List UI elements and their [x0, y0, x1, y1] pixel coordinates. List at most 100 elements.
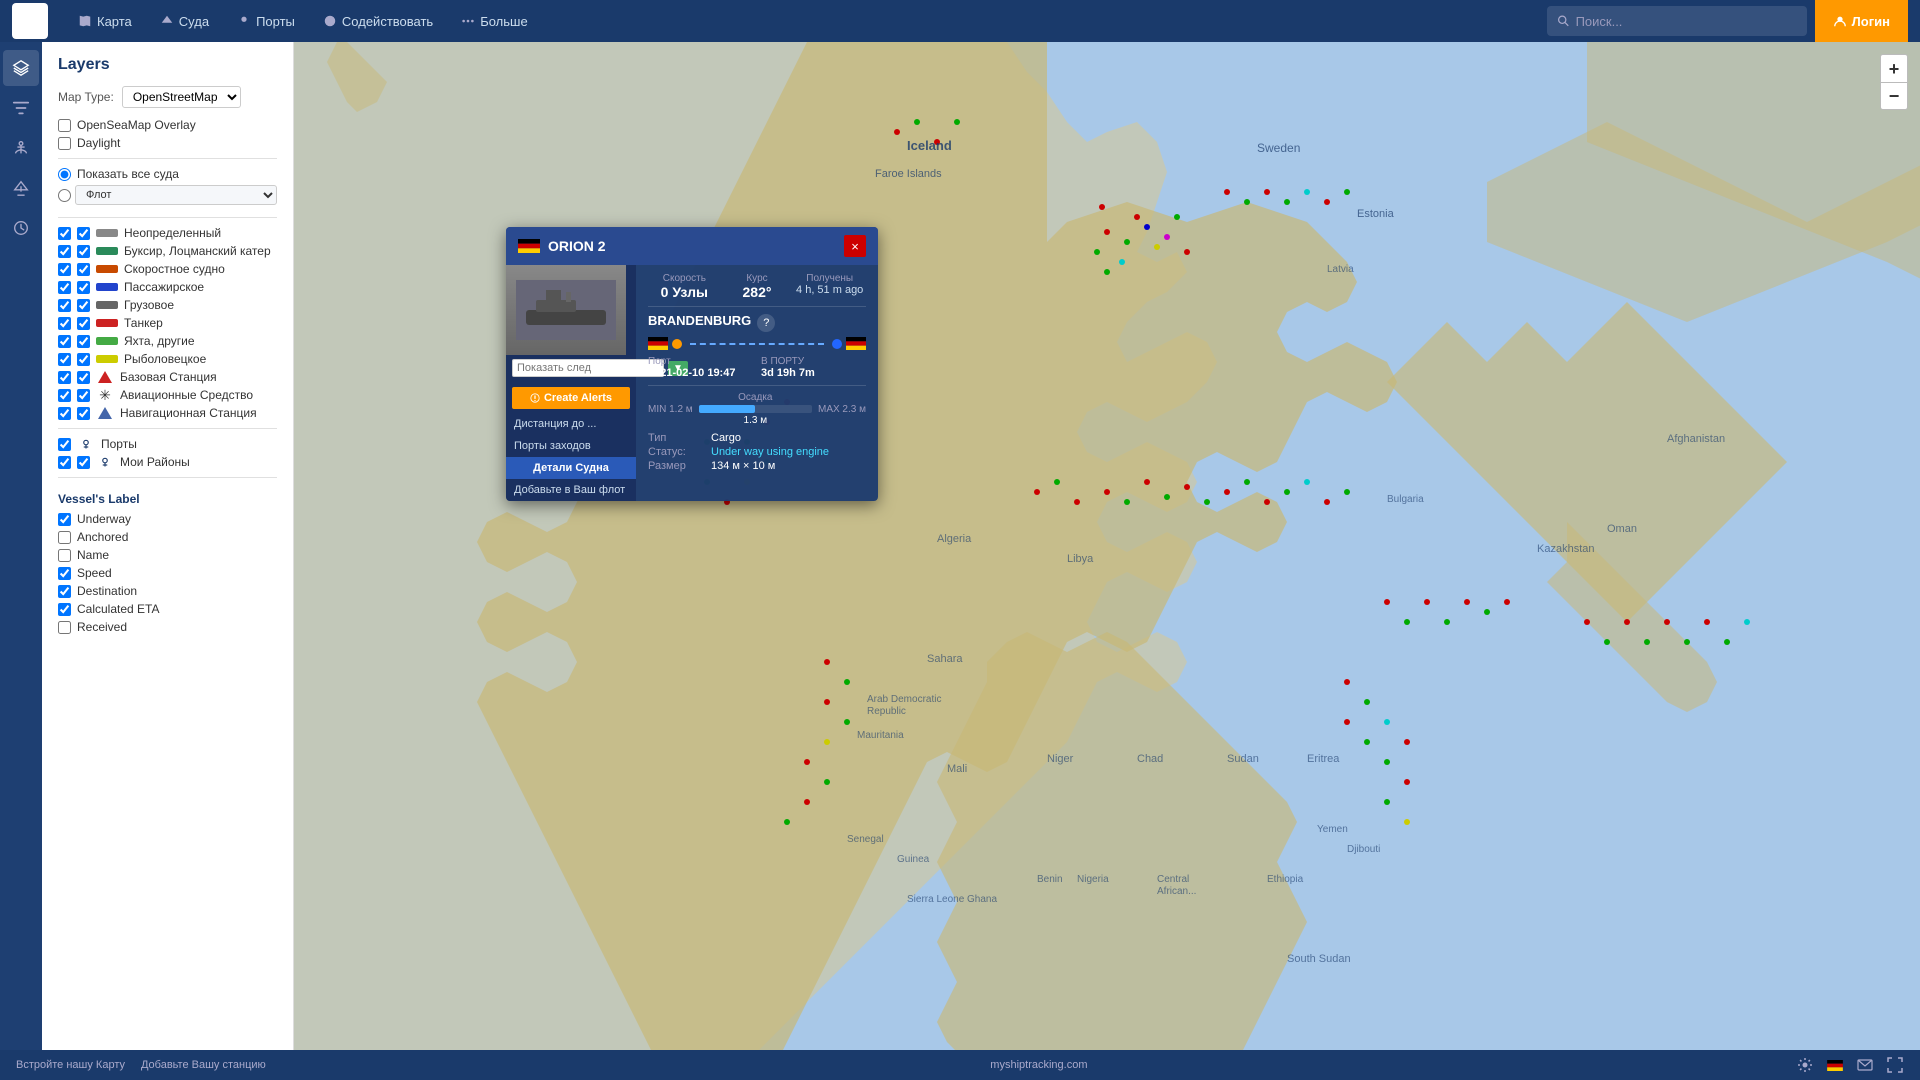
- zoom-in-button[interactable]: +: [1880, 54, 1908, 82]
- fleet-select[interactable]: Флот: [75, 185, 277, 205]
- vl-eta-check[interactable]: [58, 603, 71, 616]
- vessel-type-passenger: Пассажирское: [42, 278, 293, 296]
- nav-more[interactable]: Больше: [447, 0, 542, 42]
- flag-bottom-icon[interactable]: [1826, 1056, 1844, 1074]
- speed-stat: Скорость 0 Узлы: [648, 273, 721, 300]
- email-bottom-icon[interactable]: [1856, 1056, 1874, 1074]
- vt-tank-check[interactable]: [58, 317, 71, 330]
- vl-name-label: Name: [77, 548, 109, 562]
- add-fleet-btn[interactable]: Добавьте в Ваш флот: [506, 479, 636, 501]
- vt-undefined-check2[interactable]: [77, 227, 90, 240]
- nav-ports[interactable]: Порты: [223, 0, 309, 42]
- vessel-type-tug: Буксир, Лоцманский катер: [42, 242, 293, 260]
- svg-text:Chad: Chad: [1137, 753, 1163, 765]
- map-type-row: Map Type: OpenStreetMap Satellite Terrai…: [42, 82, 293, 116]
- vl-destination-check[interactable]: [58, 585, 71, 598]
- svg-text:Iceland: Iceland: [907, 138, 952, 153]
- zoom-out-button[interactable]: −: [1880, 82, 1908, 110]
- embed-map-link[interactable]: Встройте нашу Карту: [16, 1059, 125, 1071]
- popup-close-button[interactable]: ×: [844, 235, 866, 257]
- vt-cargo-check2[interactable]: [77, 299, 90, 312]
- nav-vessels[interactable]: Суда: [146, 0, 223, 42]
- vl-speed-check[interactable]: [58, 567, 71, 580]
- vl-name-check[interactable]: [58, 549, 71, 562]
- svg-text:Latvia: Latvia: [1327, 264, 1354, 275]
- map-background: Iceland Faroe Islands Sweden Estonia Lat…: [294, 42, 1920, 1080]
- ports-layer-label: Порты: [101, 437, 137, 451]
- svg-text:Ethiopia: Ethiopia: [1267, 874, 1304, 885]
- ship-tool-btn[interactable]: [3, 170, 39, 206]
- nav-assist[interactable]: Содействовать: [309, 0, 447, 42]
- create-alerts-btn[interactable]: Create Alerts: [512, 387, 630, 409]
- svg-text:African...: African...: [1157, 886, 1196, 897]
- popup-info-panel: Скорость 0 Узлы Курс 282° Получены 4 h, …: [636, 265, 878, 501]
- vt-base-check2[interactable]: [77, 371, 90, 384]
- vt-undefined-check[interactable]: [58, 227, 71, 240]
- fullscreen-bottom-icon[interactable]: [1886, 1056, 1904, 1074]
- opensea-row: OpenSeaMap Overlay: [42, 116, 293, 134]
- vessel-type-tanker: Танкер: [42, 314, 293, 332]
- svg-text:Estonia: Estonia: [1357, 208, 1395, 220]
- vessel-type-fast: Скоростное судно: [42, 260, 293, 278]
- vt-tug-check[interactable]: [58, 245, 71, 258]
- show-all-radio[interactable]: [58, 168, 71, 181]
- vt-cargo-check[interactable]: [58, 299, 71, 312]
- login-button[interactable]: Логин: [1815, 0, 1908, 42]
- left-toolbar: [0, 42, 42, 1080]
- distance-btn[interactable]: Дистанция до ...: [506, 413, 636, 435]
- map-area[interactable]: Iceland Faroe Islands Sweden Estonia Lat…: [294, 42, 1920, 1080]
- anchor-tool-btn[interactable]: [3, 130, 39, 166]
- nav-map[interactable]: Карта: [64, 0, 146, 42]
- add-station-link[interactable]: Добавьте Вашу станцию: [141, 1059, 266, 1071]
- search-input[interactable]: [1576, 14, 1797, 29]
- fleet-radio[interactable]: [58, 189, 71, 202]
- layers-tool-btn[interactable]: [3, 50, 39, 86]
- vl-anchored-check[interactable]: [58, 531, 71, 544]
- svg-text:Djibouti: Djibouti: [1347, 844, 1380, 855]
- vt-fast-check2[interactable]: [77, 263, 90, 276]
- route-start-dot: [672, 339, 682, 349]
- vt-fish-check2[interactable]: [77, 353, 90, 366]
- daylight-checkbox[interactable]: [58, 137, 71, 150]
- opensea-checkbox[interactable]: [58, 119, 71, 132]
- status-value: Under way using engine: [711, 446, 829, 458]
- vt-nav-label: Навигационная Станция: [120, 406, 257, 420]
- history-tool-btn[interactable]: [3, 210, 39, 246]
- my-areas-check2[interactable]: [77, 456, 90, 469]
- vt-yacht-check2[interactable]: [77, 335, 90, 348]
- vt-base-check[interactable]: [58, 371, 71, 384]
- layers-title: Layers: [42, 42, 293, 82]
- vt-nav-check[interactable]: [58, 407, 71, 420]
- status-row: Статус: Under way using engine: [648, 446, 866, 458]
- vt-pass-check2[interactable]: [77, 281, 90, 294]
- vt-avia-check2[interactable]: [77, 389, 90, 402]
- map-type-label: Map Type:: [58, 90, 114, 104]
- popup-header: ORION 2 ×: [506, 227, 878, 265]
- popup-body: ▼ Create Alerts Дистанция до ... Порты з…: [506, 265, 878, 501]
- map-type-select[interactable]: OpenStreetMap Satellite Terrain: [122, 86, 241, 108]
- vl-received-check[interactable]: [58, 621, 71, 634]
- vt-avia-check[interactable]: [58, 389, 71, 402]
- filter-tool-btn[interactable]: [3, 90, 39, 126]
- help-icon[interactable]: ?: [757, 314, 775, 332]
- my-areas-check1[interactable]: [58, 456, 71, 469]
- settings-bottom-icon[interactable]: [1796, 1056, 1814, 1074]
- vessel-type-fishing: Рыболовецкое: [42, 350, 293, 368]
- vt-nav-check2[interactable]: [77, 407, 90, 420]
- route-line: [690, 343, 824, 345]
- vt-pass-check[interactable]: [58, 281, 71, 294]
- vessel-type-aviation: ✳ Авиационные Средство: [42, 386, 293, 404]
- ship-details-btn[interactable]: Детали Судна: [506, 457, 636, 479]
- port-arrival: В ПОРТУ 3d 19h 7m: [761, 356, 866, 379]
- vt-yacht-check[interactable]: [58, 335, 71, 348]
- vl-underway-check[interactable]: [58, 513, 71, 526]
- vt-fish-check[interactable]: [58, 353, 71, 366]
- ports-layer-check[interactable]: [58, 438, 71, 451]
- size-label: Размер: [648, 460, 703, 472]
- vt-fast-check[interactable]: [58, 263, 71, 276]
- vt-tug-check2[interactable]: [77, 245, 90, 258]
- svg-text:Eritrea: Eritrea: [1307, 753, 1340, 765]
- ports-visited-btn[interactable]: Порты заходов: [506, 435, 636, 457]
- svg-text:Yemen: Yemen: [1317, 824, 1348, 835]
- vt-tank-check2[interactable]: [77, 317, 90, 330]
